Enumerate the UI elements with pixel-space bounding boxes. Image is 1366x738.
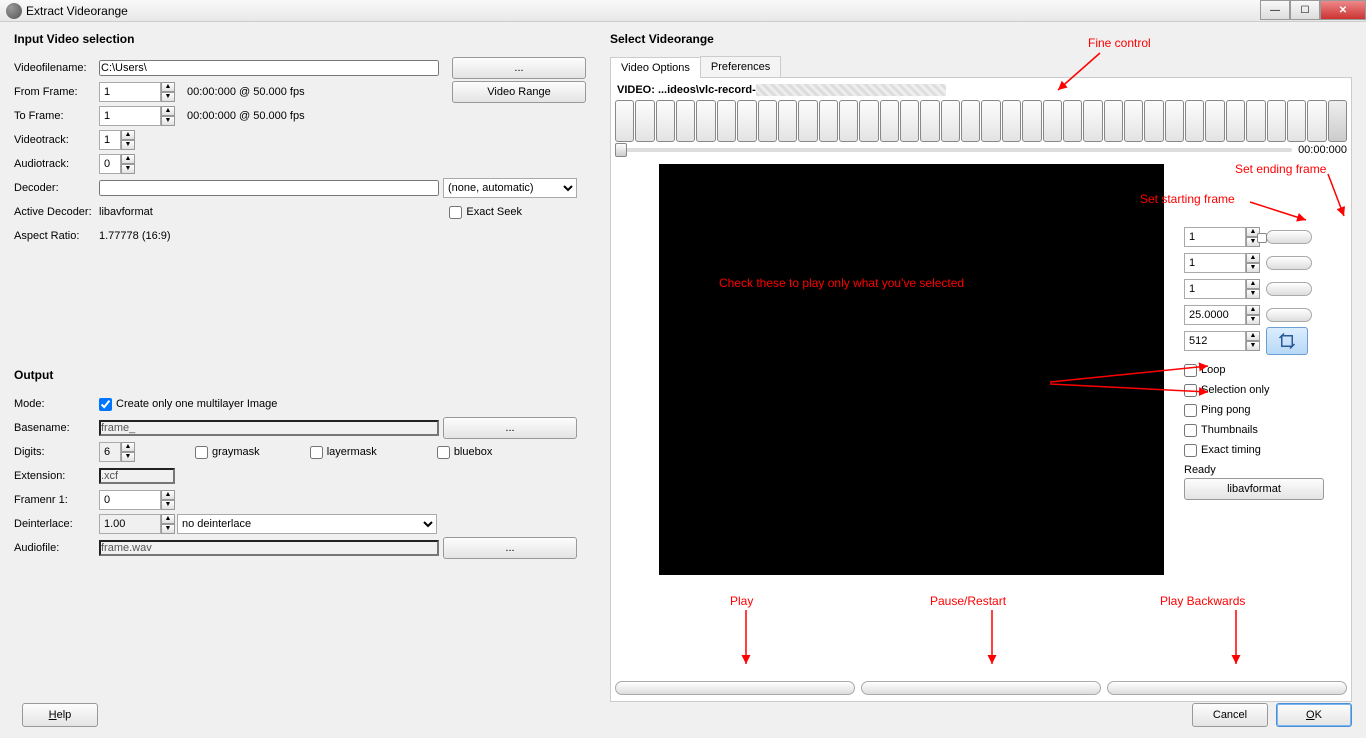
minimize-button[interactable]: — [1260,0,1290,20]
framenr-spinner[interactable]: ▲▼ [99,490,175,510]
basename-browse-button[interactable]: ... [443,417,577,439]
to-frame-label: To Frame: [14,110,99,122]
mode-checkbox[interactable]: Create only one multilayer Image [99,398,277,411]
from-frame-time: 00:00:000 @ 50.000 fps [187,86,305,98]
basename-label: Basename: [14,422,99,434]
thumbnails-checkbox[interactable]: Thumbnails [1184,420,1349,440]
audiofile-label: Audiofile: [14,542,99,554]
output-section-title: Output [14,368,586,382]
end-frame-spinner[interactable]: ▲▼ [1184,253,1260,273]
exact-seek-checkbox[interactable]: Exact Seek [449,206,522,219]
extension-input[interactable] [99,468,175,484]
digits-label: Digits: [14,446,99,458]
annotation-check-these: Check these to play only what you've sel… [719,276,964,290]
videotrack-spinner[interactable]: ▲▼ [99,130,135,150]
input-section-title: Input Video selection [14,32,586,46]
time-end-label: 00:00:000 [1298,144,1347,156]
audiofile-browse-button[interactable]: ... [443,537,577,559]
to-frame-time: 00:00:000 @ 50.000 fps [187,110,305,122]
videotrack-label: Videotrack: [14,134,99,146]
decoder-select[interactable]: (none, automatic) [443,178,577,198]
basename-input[interactable] [99,420,439,436]
browse-button[interactable]: ... [452,57,586,79]
titlebar: Extract Videorange — ☐ ✕ [0,0,1366,22]
close-button[interactable]: ✕ [1320,0,1366,20]
spinner-3[interactable]: ▲▼ [1184,279,1260,299]
videofilename-label: Videofilename: [14,62,99,74]
extension-label: Extension: [14,470,99,482]
thumbnail-strip[interactable] [615,100,1347,142]
start-frame-bar[interactable] [1266,230,1312,244]
audiotrack-spinner[interactable]: ▲▼ [99,154,135,174]
cancel-button[interactable]: Cancel [1192,703,1268,727]
videofilename-input[interactable] [99,60,439,76]
video-path-label: VIDEO: ...ideos\vlc-record- [613,80,1349,98]
help-button[interactable]: Help [22,703,98,727]
exact-timing-checkbox[interactable]: Exact timing [1184,440,1349,460]
videorange-section-title: Select Videorange [610,32,1352,46]
deinterlace-spinner[interactable]: ▲▼ [99,514,175,534]
format-button[interactable]: libavformat [1184,478,1324,500]
maximize-button[interactable]: ☐ [1290,0,1320,20]
active-decoder-label: Active Decoder: [14,206,99,218]
graymask-checkbox[interactable]: graymask [195,446,260,459]
framenr-label: Framenr 1: [14,494,99,506]
aspect-ratio-value: 1.77778 (16:9) [99,230,171,242]
from-frame-label: From Frame: [14,86,99,98]
audiotrack-label: Audiotrack: [14,158,99,170]
digits-spinner[interactable]: ▲▼ [99,442,135,462]
from-frame-spinner[interactable]: ▲▼ [99,82,175,102]
start-frame-spinner[interactable]: ▲▼ [1184,227,1260,247]
deinterlace-select[interactable]: no deinterlace [177,514,437,534]
bluebox-checkbox[interactable]: bluebox [437,446,493,459]
pingpong-checkbox[interactable]: Ping pong [1184,400,1349,420]
mode-label: Mode: [14,398,99,410]
deinterlace-label: Deinterlace: [14,518,99,530]
bar-3[interactable] [1266,282,1312,296]
end-frame-bar[interactable] [1266,256,1312,270]
window-title: Extract Videorange [26,4,128,18]
loop-checkbox[interactable]: Loop [1184,360,1349,380]
app-icon [6,3,22,19]
audiofile-input[interactable] [99,540,439,556]
size-spinner[interactable]: ▲▼ [1184,331,1260,351]
active-decoder-value: libavformat [99,206,153,218]
tab-video-options[interactable]: Video Options [610,57,701,78]
ok-button[interactable]: OK [1276,703,1352,727]
decoder-input[interactable] [99,180,439,196]
to-frame-spinner[interactable]: ▲▼ [99,106,175,126]
status-label: Ready [1184,464,1349,476]
selection-only-checkbox[interactable]: Selection only [1184,380,1349,400]
tab-preferences[interactable]: Preferences [700,56,781,77]
fps-spinner[interactable]: ▲▼ [1184,305,1260,325]
bar-4[interactable] [1266,308,1312,322]
layermask-checkbox[interactable]: layermask [310,446,377,459]
video-range-button[interactable]: Video Range [452,81,586,103]
aspect-ratio-label: Aspect Ratio: [14,230,99,242]
crop-icon-button[interactable] [1266,327,1308,355]
video-preview: Check these to play only what you've sel… [659,164,1164,575]
decoder-label: Decoder: [14,182,99,194]
frame-slider[interactable] [615,148,1292,152]
